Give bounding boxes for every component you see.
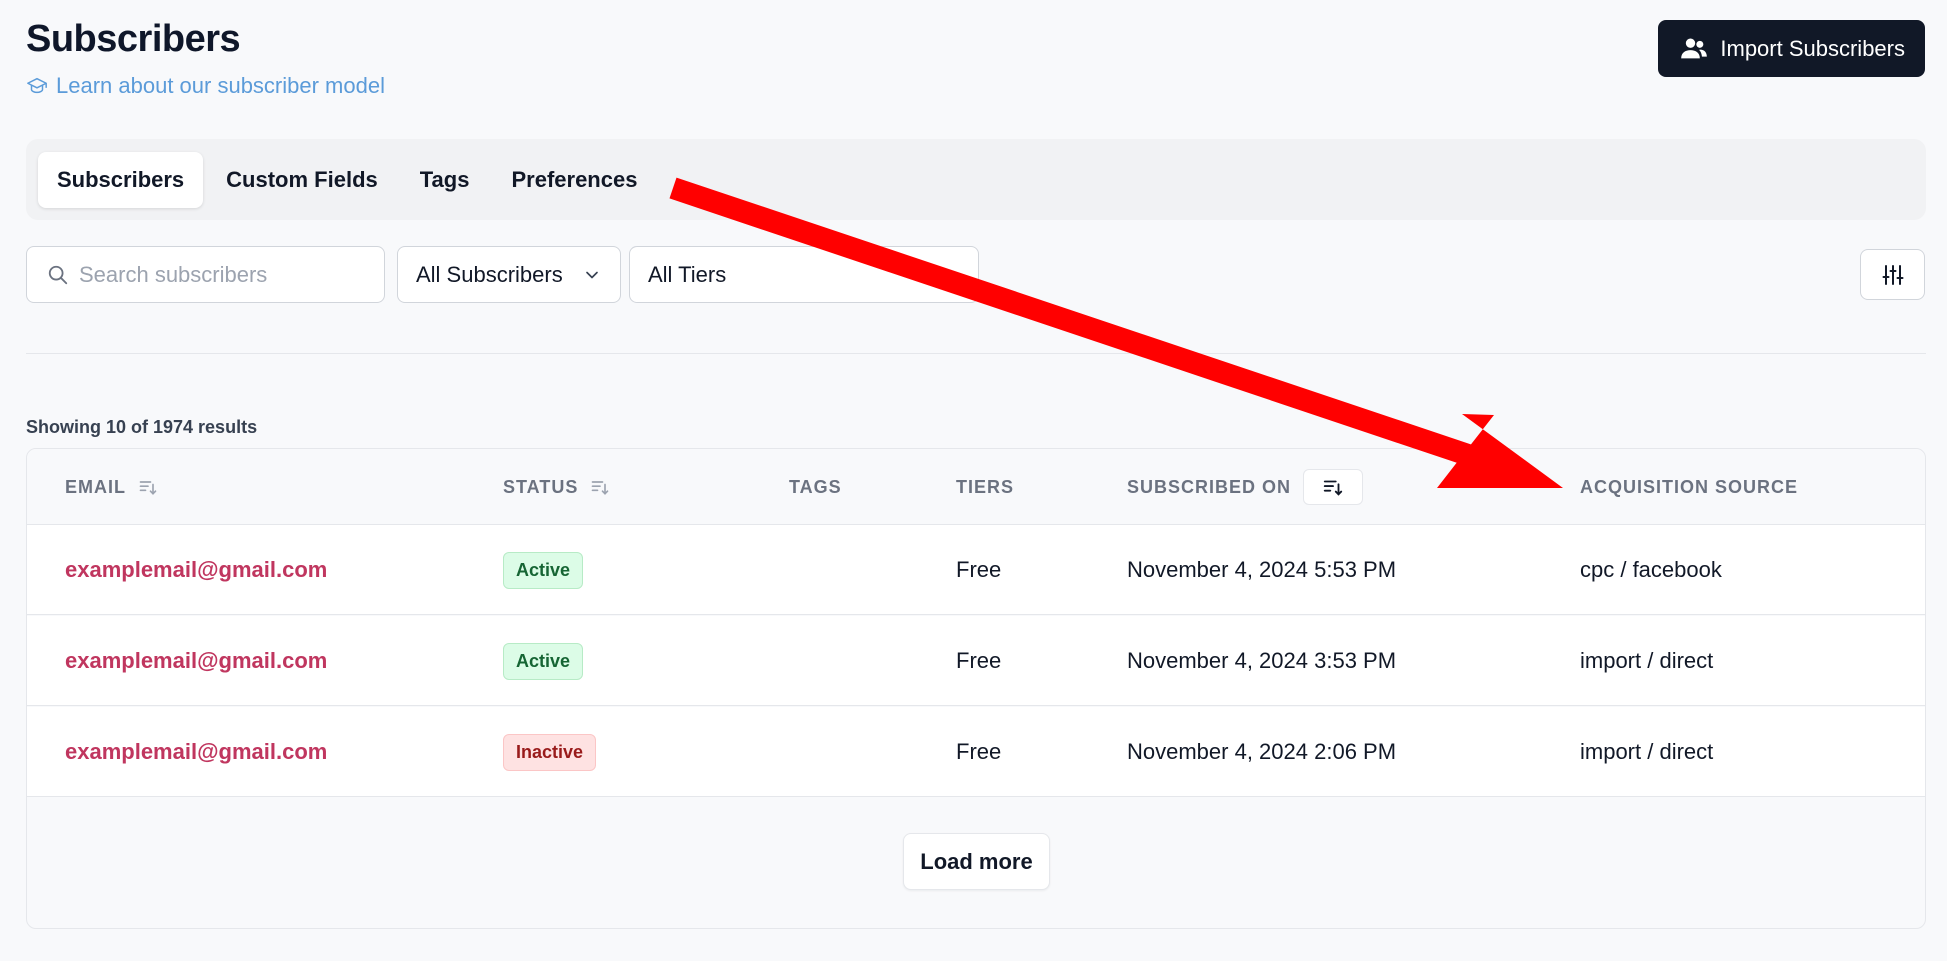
status-badge: Active [503,642,584,680]
tab-preferences[interactable]: Preferences [492,152,656,208]
results-count: Showing 10 of 1974 results [26,417,258,437]
import-subscribers-button[interactable]: Import Subscribers [1658,20,1925,77]
search-box [26,246,385,303]
column-label-subscribed-on: SUBSCRIBED ON [1127,476,1292,497]
search-input[interactable] [79,261,369,288]
column-label-acquisition-source: ACQUISITION SOURCE [1580,476,1799,497]
column-settings-button[interactable] [1860,249,1925,300]
status-badge: Inactive [503,733,597,771]
chevron-down-icon [944,271,956,278]
table-row[interactable]: examplemail@gmail.com Active Free Novemb… [27,616,1925,706]
tier-filter-select[interactable]: All Tiers [629,246,979,303]
section-divider [26,353,1926,354]
learn-subscriber-model-link[interactable]: Learn about our subscriber model [26,73,385,99]
tab-custom-fields[interactable]: Custom Fields [207,152,397,208]
search-icon [48,265,68,284]
subscribed-on-cell: November 4, 2024 5:53 PM [1127,557,1397,582]
acquisition-source-cell: import / direct [1580,739,1714,764]
column-header-status: STATUS [503,449,610,525]
learn-link-text: Learn about our subscriber model [56,73,385,98]
subscribers-page: Subscribers Learn about our subscriber m… [0,0,1947,961]
subscriber-email-link[interactable]: examplemail@gmail.com [65,648,327,674]
sort-icon[interactable] [138,477,158,497]
subscriber-email-link[interactable]: examplemail@gmail.com [65,557,327,583]
status-badge: Active [503,551,584,589]
column-label-tags: TAGS [789,476,842,497]
column-label-tiers: TIERS [956,476,1015,497]
acquisition-source-cell: cpc / facebook [1580,557,1722,582]
column-header-subscribed-on: SUBSCRIBED ON [1127,449,1364,525]
tier-cell: Free [956,648,1002,673]
tier-filter-value: All Tiers [648,261,727,287]
column-header-email: EMAIL [65,449,158,525]
tab-tags[interactable]: Tags [401,152,489,208]
status-filter-select[interactable]: All Subscribers [397,246,621,303]
annotation-arrow-shaft [669,177,1484,470]
acquisition-source-cell: import / direct [1580,648,1714,673]
sort-subscribed-on-button[interactable] [1303,469,1364,505]
tab-bar: Subscribers Custom Fields Tags Preferenc… [26,139,1926,220]
users-icon [1681,38,1708,58]
table-header: EMAIL STATUS TAGS TIERS SUBSCRIBED ON AC… [27,449,1925,525]
sort-icon[interactable] [590,477,610,497]
import-button-label: Import Subscribers [1720,35,1905,61]
page-title: Subscribers [26,18,241,60]
tab-subscribers[interactable]: Subscribers [38,151,204,208]
column-label-status: STATUS [503,476,579,497]
column-label-email: EMAIL [65,476,126,497]
graduation-cap-icon [27,77,47,94]
column-header-tiers: TIERS [956,449,1014,525]
load-more-button[interactable]: Load more [903,833,1050,890]
table-row[interactable]: examplemail@gmail.com Active Free Novemb… [27,525,1925,615]
chevron-down-icon [586,271,598,278]
status-filter-value: All Subscribers [416,261,563,287]
tier-cell: Free [956,739,1002,764]
tier-cell: Free [956,557,1002,582]
column-header-acquisition-source: ACQUISITION SOURCE [1580,449,1798,525]
subscriber-email-link[interactable]: examplemail@gmail.com [65,739,327,765]
sliders-icon [1882,264,1903,285]
table-row[interactable]: examplemail@gmail.com Inactive Free Nove… [27,707,1925,797]
column-header-tags: TAGS [789,449,842,525]
sort-icon [1323,480,1343,496]
subscribers-table: EMAIL STATUS TAGS TIERS SUBSCRIBED ON AC… [26,448,1926,929]
subscribed-on-cell: November 4, 2024 3:53 PM [1127,648,1397,673]
subscribed-on-cell: November 4, 2024 2:06 PM [1127,739,1397,764]
